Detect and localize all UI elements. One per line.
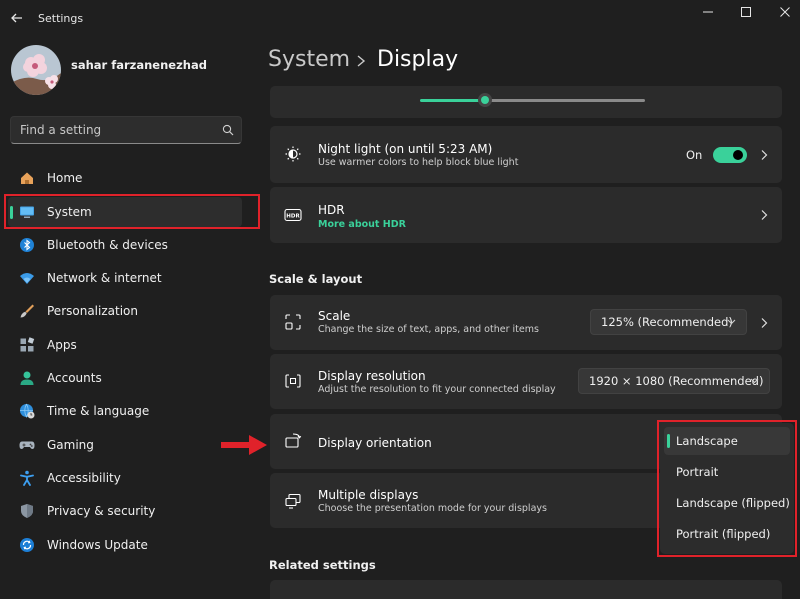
orientation-icon xyxy=(285,433,302,448)
display-orientation-title: Display orientation xyxy=(318,436,432,450)
scale-subtitle: Change the size of text, apps, and other… xyxy=(318,324,539,335)
scale-icon xyxy=(285,314,301,330)
display-resolution-subtitle: Adjust the resolution to fit your connec… xyxy=(318,384,556,395)
orientation-highlight-box xyxy=(657,420,797,557)
sidebar-item-label: Gaming xyxy=(47,438,94,452)
sidebar-item-time-language[interactable]: Time & language xyxy=(8,396,242,426)
multiple-displays-title: Multiple displays xyxy=(318,488,419,502)
shield-icon xyxy=(21,504,33,518)
slider-fill xyxy=(420,99,485,102)
sidebar-item-label: Network & internet xyxy=(47,271,162,285)
display-resolution-card: Display resolution Adjust the resolution… xyxy=(270,354,782,409)
display-resolution-value: 1920 × 1080 (Recommended) xyxy=(589,374,764,388)
sidebar-item-home[interactable]: Home xyxy=(8,163,242,193)
night-light-sun-icon xyxy=(285,146,301,162)
night-light-subtitle: Use warmer colors to help block blue lig… xyxy=(318,157,519,168)
bluetooth-icon xyxy=(20,238,34,252)
hdr-card[interactable]: HDR HDR More about HDR xyxy=(270,187,782,243)
title-bar: Settings xyxy=(0,0,800,38)
section-title-scale-layout: Scale & layout xyxy=(269,272,363,286)
chevron-right-icon xyxy=(357,55,366,67)
scale-title: Scale xyxy=(318,309,351,323)
sidebar-item-label: Time & language xyxy=(47,404,150,418)
display-resolution-dropdown[interactable]: 1920 × 1080 (Recommended) xyxy=(578,368,770,394)
brightness-card xyxy=(270,86,782,118)
section-title-related-settings: Related settings xyxy=(269,558,376,572)
night-light-state-label: On xyxy=(686,148,703,162)
search-box[interactable] xyxy=(10,116,242,144)
sidebar-item-label: Privacy & security xyxy=(47,504,156,518)
night-light-card[interactable]: Night light (on until 5:23 AM) Use warme… xyxy=(270,126,782,183)
chevron-right-icon[interactable] xyxy=(760,149,768,161)
sidebar-item-accessibility[interactable]: Accessibility xyxy=(8,463,242,493)
hdr-more-link[interactable]: More about HDR xyxy=(318,219,406,230)
sidebar-item-label: Accounts xyxy=(47,371,102,385)
related-settings-card[interactable] xyxy=(270,580,782,599)
minimize-icon xyxy=(703,11,713,13)
sidebar-item-gaming[interactable]: Gaming xyxy=(8,430,242,460)
sidebar-item-label: Home xyxy=(47,171,83,185)
breadcrumb-parent[interactable]: System xyxy=(268,47,350,72)
home-icon xyxy=(21,172,33,184)
sidebar-item-label: Windows Update xyxy=(47,538,148,552)
sidebar-item-bluetooth[interactable]: Bluetooth & devices xyxy=(8,230,242,260)
slider-track xyxy=(489,99,645,102)
accessibility-icon xyxy=(20,470,34,486)
maximize-button[interactable] xyxy=(724,3,768,21)
hdr-title: HDR xyxy=(318,203,345,217)
sidebar-item-label: Personalization xyxy=(47,304,138,318)
avatar[interactable] xyxy=(11,45,61,95)
back-button[interactable] xyxy=(8,9,26,27)
app-title: Settings xyxy=(38,12,84,25)
chevron-right-icon[interactable] xyxy=(760,209,768,221)
close-icon xyxy=(780,7,790,17)
scale-card[interactable]: Scale Change the size of text, apps, and… xyxy=(270,295,782,350)
resolution-icon xyxy=(285,374,301,388)
chevron-down-icon xyxy=(750,378,759,384)
night-light-toggle[interactable] xyxy=(713,147,747,163)
scale-dropdown[interactable]: 125% (Recommended) xyxy=(590,309,747,335)
sidebar-item-privacy[interactable]: Privacy & security xyxy=(8,496,242,526)
system-highlight-box xyxy=(4,194,260,229)
scale-dropdown-value: 125% (Recommended) xyxy=(601,315,733,329)
globe-clock-icon xyxy=(20,403,35,419)
maximize-icon xyxy=(741,7,751,17)
red-arrow-icon xyxy=(221,435,267,455)
sidebar-item-network[interactable]: Network & internet xyxy=(8,263,242,293)
gamepad-icon xyxy=(19,441,35,449)
sidebar-item-personalization[interactable]: Personalization xyxy=(8,296,242,326)
page-title: Display xyxy=(377,47,459,72)
svg-text:HDR: HDR xyxy=(286,213,300,219)
brush-icon xyxy=(20,304,34,318)
night-light-title: Night light (on until 5:23 AM) xyxy=(318,142,493,156)
settings-window: Settings sahar farzanenezhad Find a sett… xyxy=(0,0,800,599)
flower-avatar-icon xyxy=(11,45,61,95)
hdr-icon: HDR xyxy=(284,208,302,222)
brightness-slider[interactable] xyxy=(420,92,645,108)
sidebar-item-label: Accessibility xyxy=(47,471,121,485)
person-icon xyxy=(20,371,34,385)
multiple-displays-subtitle: Choose the presentation mode for your di… xyxy=(318,503,547,514)
wifi-icon xyxy=(20,273,34,284)
slider-thumb[interactable] xyxy=(478,93,492,107)
sync-icon xyxy=(20,538,34,552)
sidebar-item-label: Apps xyxy=(47,338,77,352)
search-input[interactable] xyxy=(20,117,210,143)
apps-icon xyxy=(20,337,35,352)
display-resolution-title: Display resolution xyxy=(318,369,426,383)
sidebar-item-label: Bluetooth & devices xyxy=(47,238,168,252)
chevron-down-icon xyxy=(727,319,736,325)
sidebar-item-windows-update[interactable]: Windows Update xyxy=(8,530,242,560)
sidebar-item-apps[interactable]: Apps xyxy=(8,330,242,360)
close-button[interactable] xyxy=(763,3,800,21)
sidebar-item-accounts[interactable]: Accounts xyxy=(8,363,242,393)
chevron-right-icon[interactable] xyxy=(760,317,768,329)
user-name: sahar farzanenezhad xyxy=(71,58,207,72)
multiple-displays-icon xyxy=(285,493,301,509)
search-icon[interactable] xyxy=(222,124,234,136)
back-arrow-icon xyxy=(11,13,22,23)
